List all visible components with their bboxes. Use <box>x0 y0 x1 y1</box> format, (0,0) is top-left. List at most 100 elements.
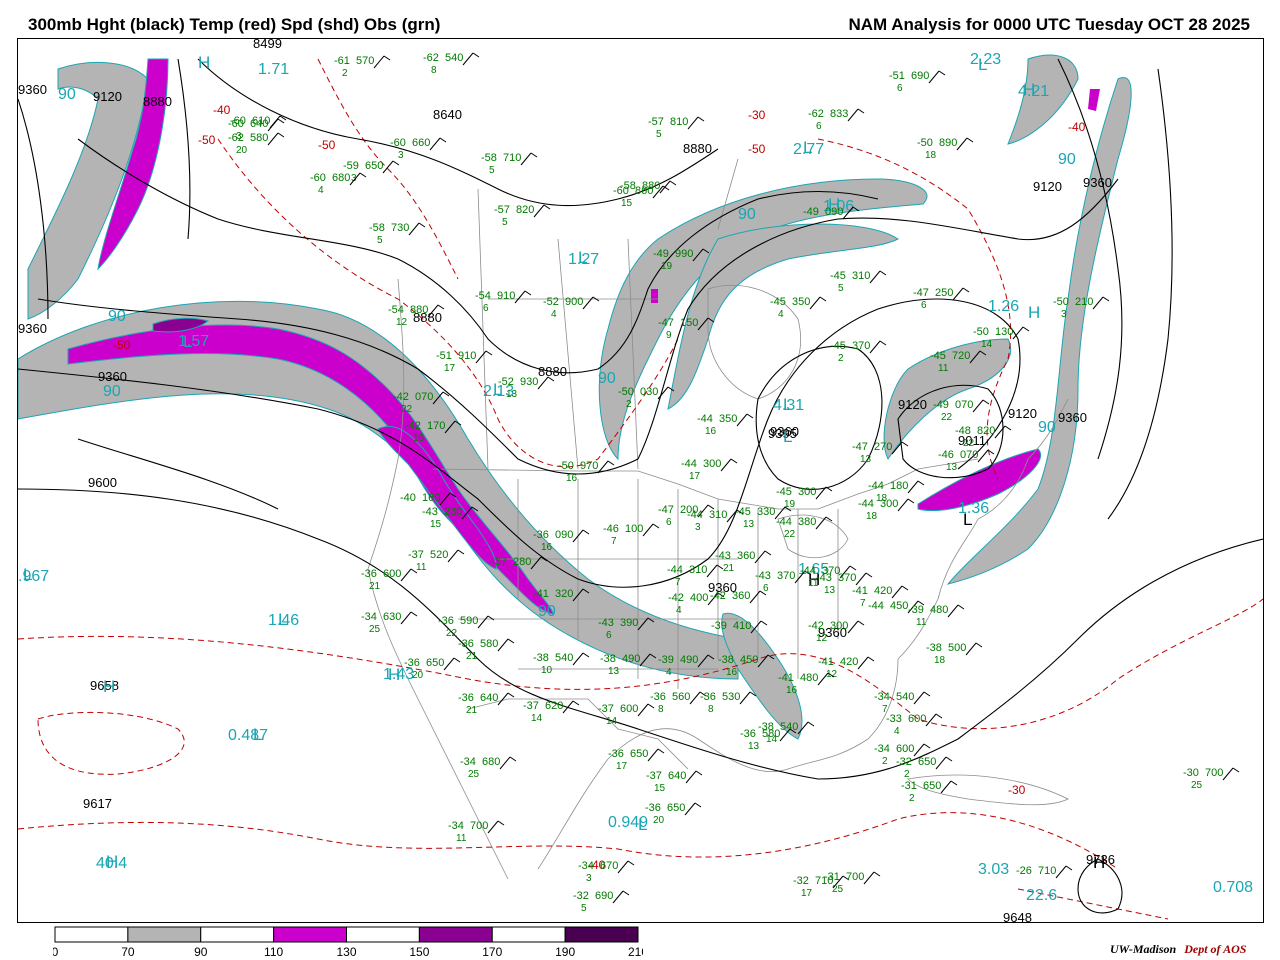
pressure-center-label: L <box>23 565 32 584</box>
wind-barb <box>935 756 947 770</box>
wind-barb-flag <box>507 692 515 698</box>
obs-height: 690 <box>911 70 929 82</box>
obs-height: 360 <box>732 590 750 602</box>
wind-barb-flag <box>867 656 875 662</box>
wind-barb <box>706 564 718 578</box>
station-obs: -41 42012 <box>818 656 875 680</box>
obs-height: 600 <box>620 703 638 715</box>
contour-southwest <box>77 438 279 510</box>
obs-height: 480 <box>800 672 818 684</box>
jet-110kt-small-n <box>651 289 658 303</box>
station-obs: -62 540 8 <box>423 52 480 76</box>
obs-height: 710 <box>503 152 521 164</box>
wind-barb <box>499 756 511 770</box>
wind-barb-flag <box>907 498 915 504</box>
obs-dewpoint-depression: 13 <box>860 454 872 465</box>
obs-height: 640 <box>250 118 268 130</box>
height-label: 9120 <box>93 89 122 104</box>
pressure-center-label: H <box>198 53 210 72</box>
wind-barb <box>642 523 654 537</box>
obs-temp: -52 <box>543 296 559 308</box>
obs-dewpoint-depression: 13 <box>946 462 958 473</box>
obs-dewpoint-depression: 18 <box>866 511 878 522</box>
obs-temp: -34 <box>460 756 476 768</box>
obs-height: 730 <box>391 222 409 234</box>
contour-8640 <box>197 58 719 207</box>
station-obs: -50 97016 <box>558 460 615 484</box>
obs-height: 680 <box>332 172 350 184</box>
pressure-center-label: H <box>1023 80 1035 99</box>
wind-barb-flag <box>572 700 580 706</box>
wind-barb <box>897 498 909 512</box>
legend-tick-label: 150 <box>409 945 429 957</box>
obs-dewpoint-depression: 6 <box>606 630 612 641</box>
wind-barb <box>947 604 959 618</box>
obs-height: 560 <box>672 691 690 703</box>
isotherm-2 <box>18 812 1119 870</box>
wind-barb <box>684 802 696 816</box>
obs-dewpoint-depression: 21 <box>466 705 478 716</box>
wind-barb-flag <box>865 572 873 578</box>
temp-label: -50 <box>198 133 216 147</box>
obs-temp: -44 <box>687 509 703 521</box>
pressure-center-label: H <box>1028 303 1040 322</box>
obs-dewpoint-depression: 8 <box>658 704 664 715</box>
wind-barb-flag <box>975 642 983 648</box>
station-obs: -37 64015 <box>646 770 703 794</box>
temp-label: -50 <box>748 142 766 156</box>
obs-height: 650 <box>667 802 685 814</box>
obs-temp: -44 <box>681 458 697 470</box>
obs-dewpoint-depression: 16 <box>726 667 738 678</box>
obs-dewpoint-depression: 17 <box>689 471 701 482</box>
legend-tick-label: 190 <box>555 945 575 957</box>
wind-barb <box>965 642 977 656</box>
obs-height: 280 <box>513 556 531 568</box>
wind-barb <box>907 480 919 494</box>
obs-dewpoint-depression: 18 <box>934 655 946 666</box>
obs-temp: -36 <box>700 691 716 703</box>
obs-dewpoint-depression: 12 <box>396 317 408 328</box>
station-obs: -51 690 6 <box>889 70 946 94</box>
temp-label: -50 <box>113 338 131 352</box>
station-obs: -62 58020 <box>228 132 285 156</box>
wind-barb-flag <box>923 691 931 697</box>
obs-dewpoint-depression: 11 <box>456 833 467 844</box>
obs-temp: -44 <box>868 600 884 612</box>
station-obs: -38 50018 <box>926 642 983 666</box>
obs-height: 880 <box>410 304 428 316</box>
map-canvas: 9360 9120 88808499864088809360912093608880… <box>18 39 1263 922</box>
wind-speed-shading <box>18 54 1132 740</box>
obs-dewpoint-depression: 21 <box>369 581 381 592</box>
speed-value-label: 90 <box>1038 419 1056 436</box>
obs-temp: -58 <box>369 222 385 234</box>
wind-barb <box>815 516 827 530</box>
obs-temp: -32 <box>573 890 589 902</box>
pressure-center-label: L <box>783 427 792 446</box>
station-obs: -44 30018 <box>858 498 915 522</box>
station-obs: -38 54010 <box>533 652 590 676</box>
obs-height: 880 <box>642 180 660 192</box>
obs-dewpoint-depression: 10 <box>541 665 553 676</box>
obs-temp: -36 <box>645 802 661 814</box>
station-obs: -34 70011 <box>448 820 505 844</box>
legend-band-70-90 <box>127 926 202 943</box>
obs-height: 690 <box>595 890 613 902</box>
obs-temp: -36 <box>740 728 756 740</box>
obs-dewpoint-depression: 4 <box>676 605 682 616</box>
obs-temp: -60 <box>228 118 244 130</box>
obs-dewpoint-depression: 14 <box>981 339 993 350</box>
jet-110kt-small-east <box>1088 89 1100 111</box>
obs-height: 090 <box>555 529 573 541</box>
station-obs: -62 833 6 <box>808 108 865 132</box>
wind-barb-flag <box>935 713 943 719</box>
height-label: 9360 <box>18 321 47 336</box>
obs-height: 910 <box>497 290 515 302</box>
legend-band-0-70 <box>54 926 129 943</box>
wind-barb <box>956 137 968 151</box>
station-obs: -32 690 5 <box>573 890 630 914</box>
obs-dewpoint-depression: 11 <box>916 617 927 628</box>
obs-temp: -34 <box>361 611 377 623</box>
temp-label: -30 <box>1008 783 1026 797</box>
speed-value-label: 90 <box>1058 151 1076 168</box>
obs-temp: -36 <box>458 638 474 650</box>
